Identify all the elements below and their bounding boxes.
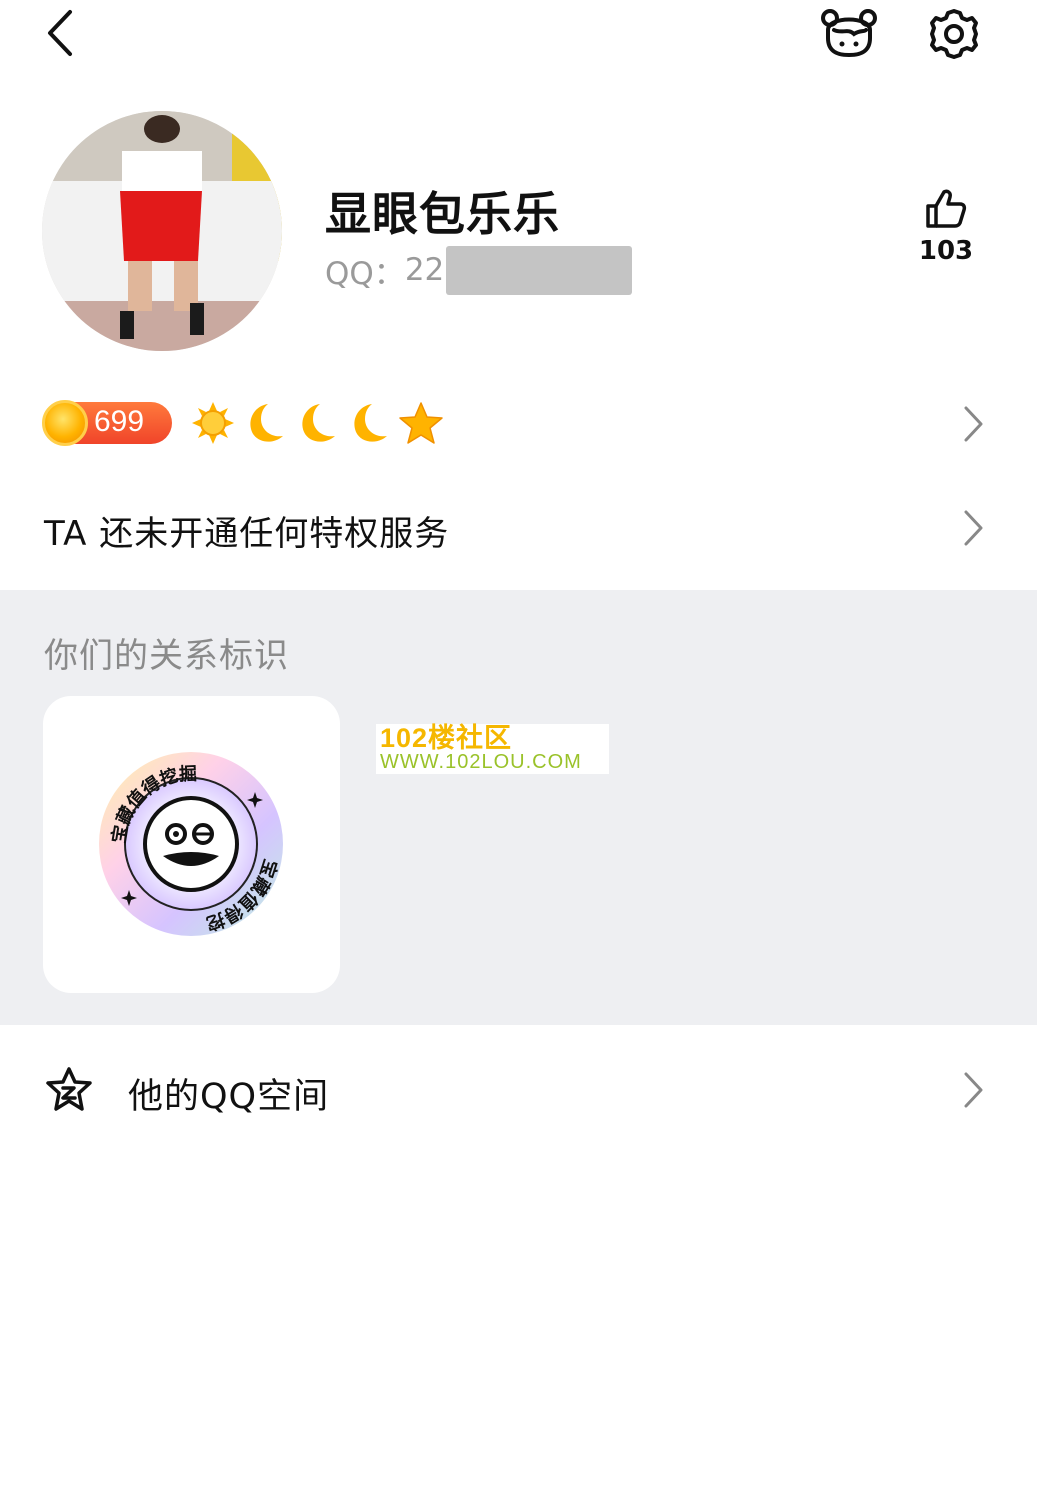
profile-page: 显眼包乐乐 QQ： 22 103 699 TA 还未开通任何特权服务 你们的关系… bbox=[0, 0, 1037, 1500]
qq-number-redaction bbox=[446, 245, 633, 295]
back-button[interactable] bbox=[40, 6, 84, 62]
moon-icon bbox=[354, 404, 387, 442]
level-value: 699 bbox=[94, 405, 145, 438]
moon-icon bbox=[302, 404, 335, 442]
gear-icon bbox=[930, 9, 978, 59]
relation-section: 你们的关系标识 宝藏值得挖掘 宝藏值得挖 102楼社区 WWW.102LOU.C… bbox=[0, 590, 1037, 1025]
settings-button[interactable] bbox=[928, 8, 980, 60]
moon-icon bbox=[250, 404, 283, 442]
relation-badge-icon: 宝藏值得挖掘 宝藏值得挖掘 bbox=[95, 748, 283, 936]
thumbs-up-icon bbox=[926, 189, 967, 228]
qq-number: 22 bbox=[404, 252, 445, 288]
relation-title: 你们的关系标识 bbox=[44, 636, 289, 676]
chevron-right-icon bbox=[964, 1072, 983, 1108]
star-icon bbox=[399, 402, 443, 444]
qzone-row[interactable]: 他的QQ空间 bbox=[0, 1040, 1037, 1140]
privilege-text: TA 还未开通任何特权服务 bbox=[44, 514, 450, 554]
pet-button[interactable] bbox=[820, 8, 878, 58]
watermark-url: WWW.102LOU.COM bbox=[380, 751, 582, 773]
watermark-title: 102楼社区 bbox=[380, 723, 513, 753]
sun-icon bbox=[192, 402, 234, 444]
avatar-photo bbox=[42, 111, 282, 351]
pet-icon bbox=[821, 9, 877, 58]
chevron-right-icon bbox=[964, 510, 983, 546]
qzone-label: 他的QQ空间 bbox=[128, 1077, 330, 1117]
chevron-left-icon bbox=[48, 10, 72, 56]
level-coin-icon bbox=[42, 400, 88, 446]
level-icons bbox=[190, 400, 444, 448]
qq-label: QQ： bbox=[325, 255, 405, 292]
privilege-row[interactable]: TA 还未开通任何特权服务 bbox=[0, 482, 1037, 576]
avatar[interactable] bbox=[42, 111, 282, 351]
chevron-right-icon bbox=[964, 406, 983, 442]
watermark: 102楼社区 WWW.102LOU.COM bbox=[376, 724, 609, 774]
like-button[interactable]: 103 bbox=[900, 186, 992, 266]
qq-level-row[interactable]: 699 bbox=[0, 390, 1037, 456]
qq-number-row: QQ： 22 bbox=[325, 245, 633, 295]
level-badge: 699 bbox=[42, 400, 172, 446]
qzone-star-icon bbox=[46, 1067, 92, 1111]
like-count: 103 bbox=[918, 236, 974, 266]
relation-badge-card[interactable]: 宝藏值得挖掘 宝藏值得挖掘 bbox=[43, 696, 340, 993]
nickname: 显眼包乐乐 bbox=[325, 187, 560, 241]
